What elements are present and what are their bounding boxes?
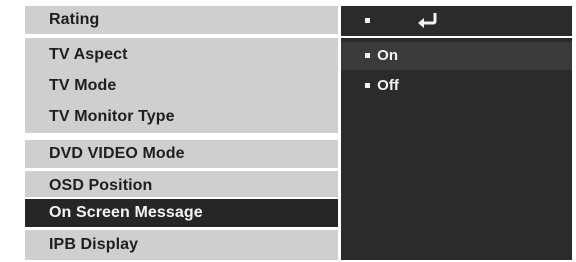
menu-item-label: TV Mode — [49, 77, 117, 94]
option-off[interactable]: Off — [341, 72, 572, 100]
options-divider — [341, 36, 572, 38]
menu-item-osd-position[interactable]: OSD Position — [25, 171, 338, 197]
bullet-icon — [365, 52, 370, 58]
menu-item-rating[interactable]: Rating — [25, 6, 338, 34]
menu-item-tv-mode[interactable]: TV Mode — [25, 72, 338, 100]
menu-item-label: On Screen Message — [49, 204, 203, 221]
options-panel-header — [341, 6, 572, 34]
menu-item-dvd-video-mode[interactable]: DVD VIDEO Mode — [25, 140, 338, 168]
menu-item-label: TV Monitor Type — [49, 108, 175, 125]
options-panel: On Off — [341, 6, 572, 260]
menu-item-label: OSD Position — [49, 177, 153, 194]
menu-item-on-screen-message[interactable]: On Screen Message — [25, 199, 338, 227]
menu-item-label: DVD VIDEO Mode — [49, 145, 185, 162]
menu-divider — [25, 34, 338, 37]
menu-divider — [25, 136, 338, 139]
option-label: Off — [377, 77, 399, 94]
menu-item-ipb-display[interactable]: IPB Display — [25, 230, 338, 260]
menu-item-label: IPB Display — [49, 236, 139, 253]
menu-item-tv-monitor-type[interactable]: TV Monitor Type — [25, 103, 338, 131]
bullet-icon — [365, 82, 370, 88]
option-on[interactable]: On — [341, 42, 572, 70]
menu-item-tv-aspect[interactable]: TV Aspect — [25, 41, 338, 69]
option-label: On — [377, 47, 399, 64]
return-arrow-icon[interactable] — [415, 10, 441, 30]
bullet-icon — [365, 18, 370, 23]
menu-item-label: Rating — [49, 11, 100, 28]
setup-screen: Rating TV Aspect TV Mode TV Monitor Type… — [25, 2, 572, 260]
setup-menu: Rating TV Aspect TV Mode TV Monitor Type… — [25, 2, 338, 260]
menu-item-label: TV Aspect — [49, 46, 128, 63]
